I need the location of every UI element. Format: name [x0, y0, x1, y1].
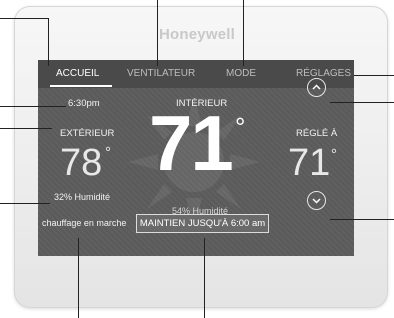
callout-line: [48, 18, 49, 66]
callout-line: [78, 238, 79, 318]
active-tab-indicator: [50, 85, 112, 87]
chevron-up-icon: [312, 84, 321, 90]
callout-line: [330, 219, 394, 220]
callout-line: [354, 75, 394, 76]
callout-line: [243, 0, 244, 66]
outdoor-degree: °: [105, 144, 111, 161]
callout-line: [0, 128, 52, 129]
tab-accueil[interactable]: ACCUEIL: [56, 68, 99, 79]
setpoint-temperature: 71: [288, 142, 331, 184]
callout-line: [330, 102, 394, 103]
outdoor-temperature: 78: [60, 142, 103, 184]
brand-logo: Honeywell: [159, 26, 235, 43]
outdoor-humidity: 32% Humidité: [54, 192, 111, 202]
system-status: chauffage en marche: [42, 218, 127, 228]
indoor-temperature: 71: [149, 99, 234, 187]
callout-line: [0, 203, 50, 204]
tab-reglages[interactable]: RÉGLAGES: [296, 68, 351, 79]
setpoint-label: RÉGLÉ À: [296, 128, 338, 139]
setpoint-degree: °: [331, 146, 337, 163]
touchscreen: ACCUEIL VENTILATEUR MODE RÉGLAGES 6:30pm…: [38, 60, 354, 256]
hold-until-button[interactable]: MAINTIEN JUSQU'À 6:00 am: [136, 214, 269, 233]
chevron-down-icon: [312, 198, 321, 204]
tab-mode[interactable]: MODE: [226, 68, 256, 79]
outdoor-label: EXTÉRIEUR: [60, 128, 115, 139]
indoor-degree: °: [235, 112, 246, 142]
tab-ventilateur[interactable]: VENTILATEUR: [127, 68, 195, 79]
temp-up-button[interactable]: [307, 78, 326, 97]
callout-line: [157, 0, 158, 66]
callout-line: [0, 18, 48, 19]
temp-down-button[interactable]: [307, 191, 326, 210]
callout-line: [0, 106, 66, 107]
clock-time: 6:30pm: [68, 98, 100, 109]
callout-line: [204, 238, 205, 318]
